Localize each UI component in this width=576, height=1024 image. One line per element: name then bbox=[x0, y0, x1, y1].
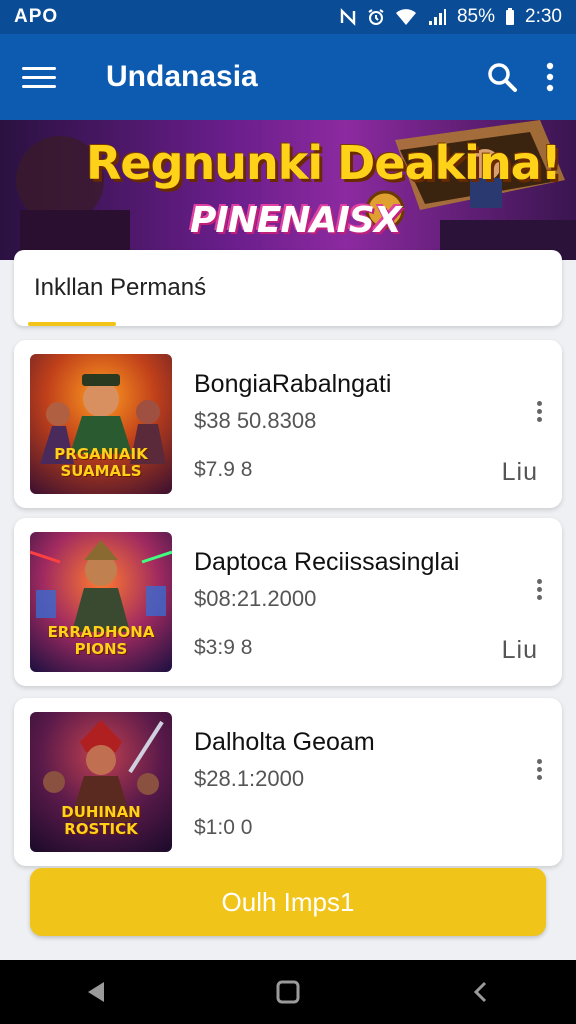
status-icons: 85% 2:30 bbox=[339, 6, 562, 28]
primary-action-button[interactable]: Oulh Imps1 bbox=[30, 868, 546, 936]
game-thumbnail-text: ERRADHONA PIONS bbox=[47, 623, 155, 658]
game-thumbnail-text: DUHINAN ROSTICK bbox=[61, 803, 141, 838]
app-bar-actions bbox=[486, 61, 554, 93]
menu-icon[interactable] bbox=[22, 60, 56, 94]
clock: 2:30 bbox=[525, 6, 562, 27]
more-vert-icon[interactable] bbox=[537, 756, 542, 783]
wifi-icon bbox=[395, 8, 417, 26]
recents-chevron-icon[interactable] bbox=[450, 967, 510, 1017]
game-sub-price: $7.9 8 bbox=[194, 458, 253, 481]
nfc-icon bbox=[339, 8, 357, 26]
game-thumbnail: PRGANIAIK SUAMALS bbox=[30, 354, 172, 494]
search-card-text: Inkllan Permanś bbox=[34, 274, 207, 301]
more-vert-icon[interactable] bbox=[546, 62, 554, 92]
status-bar: APO 85% 2:30 bbox=[0, 0, 576, 34]
search-icon[interactable] bbox=[486, 61, 518, 93]
game-sub-price: $3:9 8 bbox=[194, 636, 253, 659]
game-sub-price: $1:0 0 bbox=[194, 816, 253, 839]
game-title: BongiaRabalngati bbox=[194, 370, 392, 398]
battery-icon bbox=[505, 8, 515, 26]
battery-text: 85% bbox=[456, 6, 496, 27]
promo-banner[interactable]: Regnunki Deakina! PINENAISX bbox=[0, 120, 576, 260]
search-card[interactable]: Inkllan Permanś bbox=[14, 250, 562, 326]
game-card[interactable]: ERRADHONA PIONS Daptoca Reciissasinglai … bbox=[14, 518, 562, 686]
game-thumbnail-text: PRGANIAIK SUAMALS bbox=[54, 445, 148, 480]
banner-subtitle: PINENAISX bbox=[190, 200, 402, 241]
alarm-icon bbox=[367, 8, 385, 26]
status-left-text: APO bbox=[14, 6, 59, 27]
app-title: Undanasia bbox=[106, 60, 258, 93]
banner-title: Regnunki Deakina! bbox=[86, 136, 562, 190]
game-price: $28.1:2000 bbox=[194, 766, 305, 791]
game-link[interactable]: Liu bbox=[502, 636, 538, 665]
system-nav-bar bbox=[0, 960, 576, 1024]
more-vert-icon[interactable] bbox=[537, 398, 542, 425]
game-card[interactable]: DUHINAN ROSTICK Dalholta Geoam $28.1:200… bbox=[14, 698, 562, 866]
signal-icon bbox=[427, 8, 447, 26]
game-card[interactable]: PRGANIAIK SUAMALS BongiaRabalngati $38 5… bbox=[14, 340, 562, 508]
home-icon[interactable] bbox=[258, 967, 318, 1017]
game-thumbnail: ERRADHONA PIONS bbox=[30, 532, 172, 672]
game-price: $38 50.8308 bbox=[194, 408, 317, 433]
back-icon[interactable] bbox=[66, 967, 126, 1017]
more-vert-icon[interactable] bbox=[537, 576, 542, 603]
active-tab-indicator bbox=[28, 322, 116, 326]
game-link[interactable]: Liu bbox=[502, 458, 538, 487]
game-thumbnail: DUHINAN ROSTICK bbox=[30, 712, 172, 852]
game-title: Daptoca Reciissasinglai bbox=[194, 548, 460, 576]
game-price: $08:21.2000 bbox=[194, 586, 317, 611]
game-title: Dalholta Geoam bbox=[194, 728, 375, 756]
app-bar: Undanasia bbox=[0, 34, 576, 120]
